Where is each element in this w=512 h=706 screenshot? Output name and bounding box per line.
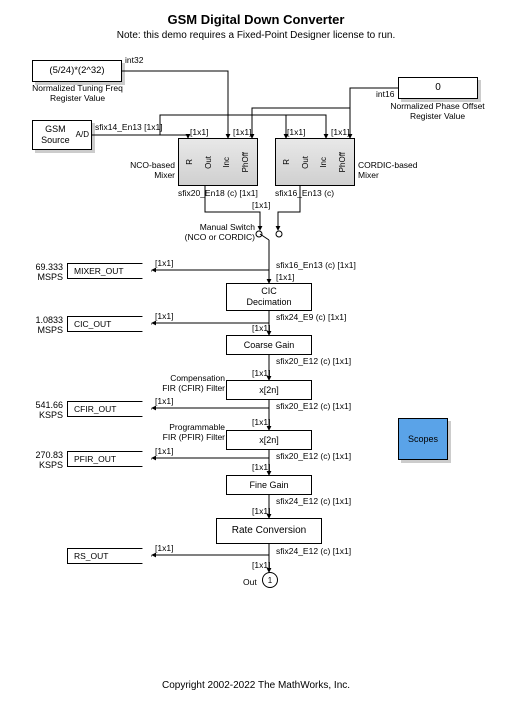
switch-out-dtype: sfix16_En13 (c) [1x1] [276, 260, 356, 270]
nco-out-dtype: sfix20_En18 (c) [1x1] [178, 188, 258, 198]
int32-label: int32 [125, 55, 143, 65]
cic-block[interactable]: CIC Decimation [226, 283, 312, 311]
port-inc: Inc [222, 157, 232, 168]
tag-cfir-out[interactable]: CFIR_OUT [67, 401, 152, 417]
fine-gain-block[interactable]: Fine Gain [226, 475, 312, 495]
cic-out: sfix24_E9 (c) [1x1] [276, 312, 346, 322]
sig-t3: [1x1] [287, 127, 305, 137]
sig-e: [1x1] [252, 417, 270, 427]
sig-1: [1x1] [155, 311, 173, 321]
sig-c: [1x1] [252, 323, 270, 333]
sig-t2: [1x1] [233, 127, 251, 137]
cordic-out-dtype: sfix16_En13 (c) [275, 188, 334, 198]
tag-rs-out[interactable]: RS_OUT [67, 548, 152, 564]
fine-out: sfix24_E12 (c) [1x1] [276, 496, 351, 506]
rate-conv-block[interactable]: Rate Conversion [216, 518, 322, 544]
port-r: R [185, 159, 195, 165]
rate-0: 69.333 MSPS [18, 262, 63, 282]
switch-label: Manual Switch (NCO or CORDIC) [175, 222, 255, 242]
tag-mixer-out[interactable]: MIXER_OUT [67, 263, 152, 279]
pfir-block[interactable]: x[2n] [226, 430, 312, 450]
coarse-out: sfix20_E12 (c) [1x1] [276, 356, 351, 366]
port-out: Out [301, 156, 311, 169]
sig-3: [1x1] [155, 446, 173, 456]
sig-t1: [1x1] [190, 127, 208, 137]
nco-mixer-block[interactable]: R Out Inc PhOff [178, 138, 258, 186]
tag-pfir-out[interactable]: PFIR_OUT [67, 451, 152, 467]
sig-g: [1x1] [252, 506, 270, 516]
sig-4: [1x1] [155, 543, 173, 553]
nco-mixer-label: NCO-based Mixer [115, 160, 175, 180]
cordic-mixer-block[interactable]: R Out Inc PhOff [275, 138, 355, 186]
sig-h: [1x1] [252, 560, 270, 570]
pfir-pre: Programmable FIR (PFIR) Filter [145, 422, 225, 442]
sig-d: [1x1] [252, 368, 270, 378]
port-phoff: PhOff [241, 152, 251, 172]
tuning-freq-label: Normalized Tuning Freq Register Value [25, 83, 130, 103]
gsm-out-dtype: sfix14_En13 [1x1] [95, 122, 163, 132]
coarse-gain-block[interactable]: Coarse Gain [226, 335, 312, 355]
port-r: R [282, 159, 292, 165]
rate-2: 541.66 KSPS [18, 400, 63, 420]
sig-2: [1x1] [155, 396, 173, 406]
copyright: Copyright 2002-2022 The MathWorks, Inc. [0, 680, 512, 691]
outport[interactable]: 1 [262, 572, 278, 588]
scopes-block[interactable]: Scopes [398, 418, 448, 460]
out-label: Out [243, 577, 257, 587]
int16-label: int16 [376, 89, 394, 99]
page-note: Note: this demo requires a Fixed-Point D… [0, 30, 512, 41]
gsm-source-label: GSM Source [35, 124, 76, 146]
cfir-block[interactable]: x[2n] [226, 380, 312, 400]
sig-f: [1x1] [252, 462, 270, 472]
sig-a: [1x1] [252, 200, 270, 210]
gsm-source-block[interactable]: GSM Source A/D [32, 120, 92, 150]
phase-offset-label: Normalized Phase Offset Register Value [385, 101, 490, 121]
sig-b: [1x1] [276, 272, 294, 282]
rate-3: 270.83 KSPS [18, 450, 63, 470]
pfir-out: sfix20_E12 (c) [1x1] [276, 451, 351, 461]
port-out: Out [204, 156, 214, 169]
page-title: GSM Digital Down Converter [0, 12, 512, 27]
cordic-mixer-label: CORDIC-based Mixer [358, 160, 418, 180]
port-phoff: PhOff [338, 152, 348, 172]
rate-out: sfix24_E12 (c) [1x1] [276, 546, 351, 556]
tag-cic-out[interactable]: CIC_OUT [67, 316, 152, 332]
cfir-pre: Compensation FIR (CFIR) Filter [145, 373, 225, 393]
sig-0: [1x1] [155, 258, 173, 268]
sig-t4: [1x1] [331, 127, 349, 137]
phase-offset-block[interactable]: 0 [398, 77, 478, 99]
rate-1: 1.0833 MSPS [18, 315, 63, 335]
tuning-freq-block[interactable]: (5/24)*(2^32) [32, 60, 122, 82]
ad-label: A/D [76, 130, 89, 140]
port-inc: Inc [319, 157, 329, 168]
cfir-out: sfix20_E12 (c) [1x1] [276, 401, 351, 411]
